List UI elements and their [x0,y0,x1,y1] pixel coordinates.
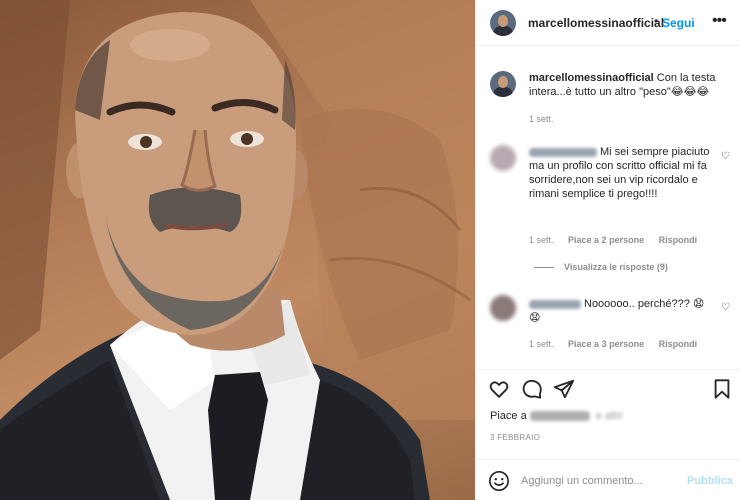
follow-button[interactable]: Segui [662,16,695,30]
comments-list: marcellomessinaofficial Con la testa int… [476,47,740,369]
comment-meta: 1 sett. Piace a 2 persone Rispondi [529,235,709,245]
comment-likes-count[interactable]: Piace a 2 persone [568,235,644,245]
caption-timestamp[interactable]: 1 sett. [529,114,554,124]
view-replies-button[interactable]: Visualizza le risposte (9) [534,262,668,272]
caption-username[interactable]: marcellomessinaofficial [529,72,654,84]
post-date[interactable]: 3 FEBBRAIO [490,433,540,442]
publish-button[interactable]: Pubblica [687,475,733,487]
author-username[interactable]: marcellomessinaofficial [528,16,664,30]
comment-text: Noooooo.. perché??? 😧 😧 [529,297,714,325]
comment-likes-count[interactable]: Piace a 3 persone [568,339,644,349]
caption-avatar[interactable] [490,71,516,97]
more-icon[interactable]: ••• [712,12,727,30]
liker-username-blurred[interactable] [529,411,590,422]
selfie-image [0,0,475,500]
likes-suffix: e altri [595,410,623,422]
likes-summary[interactable]: Piace a e altri [490,410,623,422]
reply-button[interactable]: Rispondi [659,339,698,349]
likes-prefix: Piace a [490,410,527,422]
comment-like-heart-icon[interactable]: ♡ [721,151,730,162]
replies-divider [534,267,554,269]
action-bar [476,369,740,409]
commenter-avatar[interactable] [490,295,516,321]
bookmark-icon[interactable] [711,378,733,400]
add-comment-input[interactable]: Aggiungi un commento... [521,475,643,487]
emoji-icon[interactable] [488,470,510,492]
post-header: marcellomessinaofficial • Segui ••• [476,0,740,46]
share-icon[interactable] [553,378,575,400]
reply-button[interactable]: Rispondi [659,235,698,245]
comment-timestamp[interactable]: 1 sett. [529,235,554,245]
commenter-avatar[interactable] [490,145,516,171]
heart-icon[interactable] [488,378,510,400]
post-photo [0,0,475,500]
view-replies-label[interactable]: Visualizza le risposte (9) [564,262,668,272]
comment-icon[interactable] [521,378,543,400]
separator-dot: • [654,14,659,28]
comment-text: Mi sei sempre piaciuto ma un profilo con… [529,145,714,201]
post-side-panel: marcellomessinaofficial • Segui ••• marc… [475,0,740,500]
commenter-username-blurred[interactable] [529,299,581,309]
comment-timestamp[interactable]: 1 sett. [529,339,554,349]
comment-like-heart-icon[interactable]: ♡ [721,302,730,313]
commenter-username-blurred[interactable] [529,147,597,157]
caption-text: marcellomessinaofficial Con la testa int… [529,71,729,99]
comment-meta: 1 sett. Piace a 3 persone Rispondi [529,339,709,349]
add-comment-bar: Aggiungi un commento... Pubblica [476,459,740,500]
author-avatar[interactable] [490,10,516,36]
